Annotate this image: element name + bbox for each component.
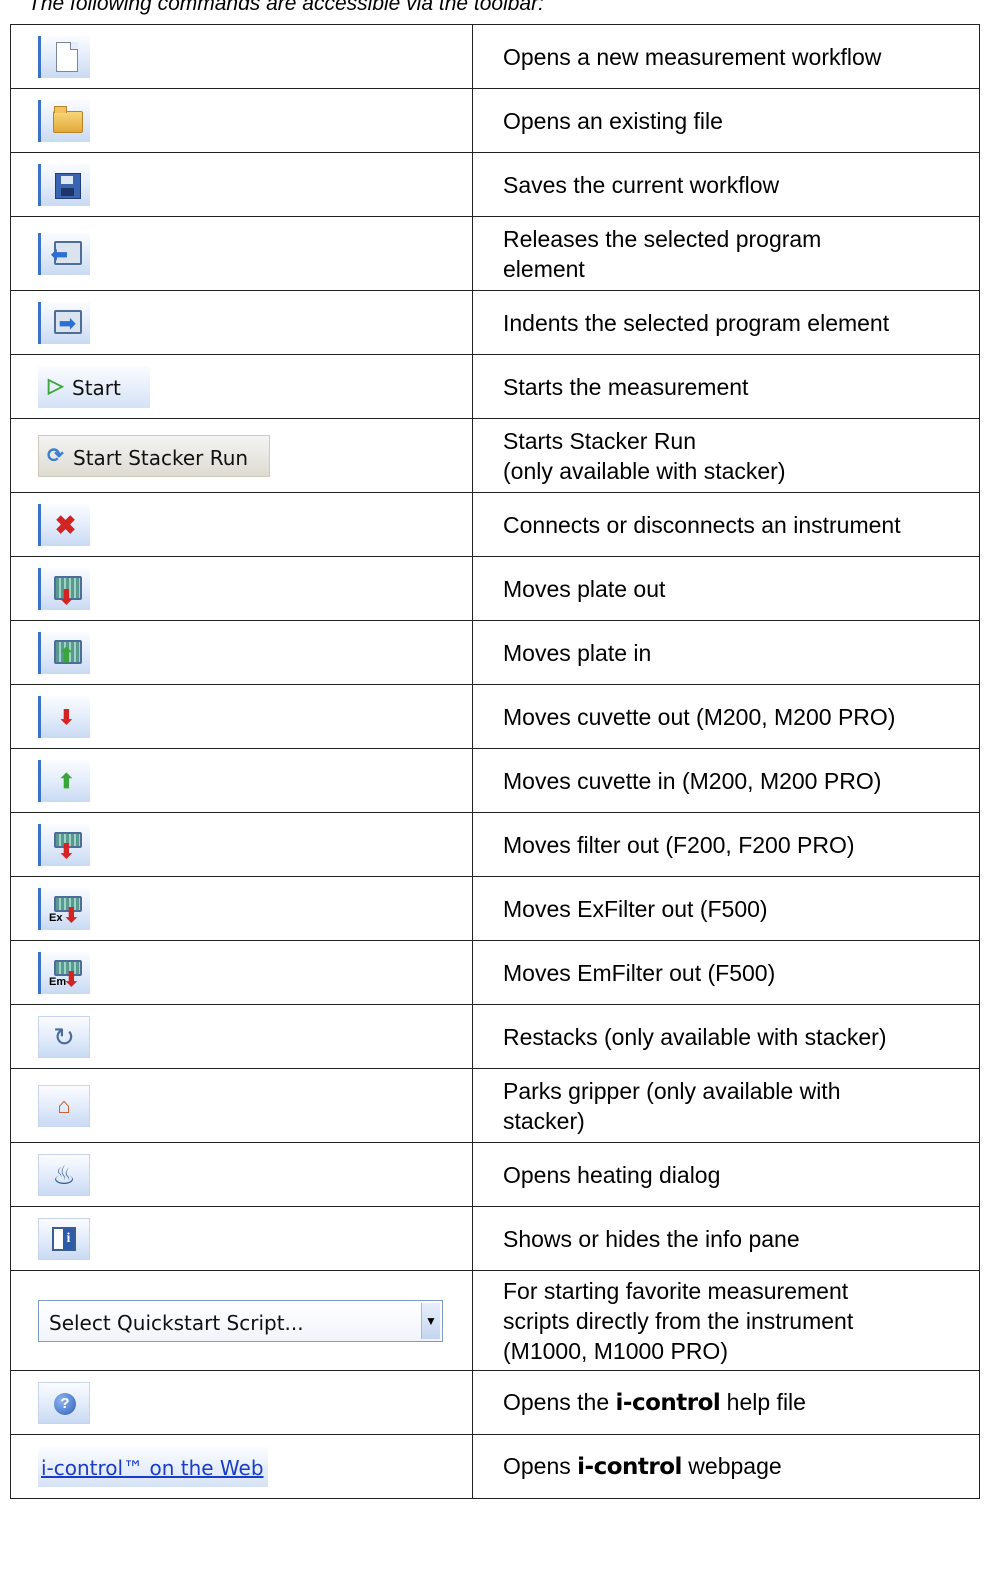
stacker-run-icon: ⟳ (47, 444, 64, 467)
table-row: ⬇ Ex Moves ExFilter out (F500) (10, 876, 980, 941)
table-row: ⬇ Em Moves EmFilter out (F500) (10, 940, 980, 1005)
restack-icon[interactable]: ↻ (38, 1015, 90, 1058)
table-row: ↻ Restacks (only available with stacker) (10, 1004, 980, 1069)
table-row: ⬆ Moves plate in (10, 620, 980, 685)
table-row: ✖ Connects or disconnects an instrument (10, 492, 980, 557)
cuvette-out-icon[interactable]: ⬇ (38, 695, 90, 738)
table-row: Select Quickstart Script... ▼ For startin… (10, 1270, 980, 1371)
row-description: Connects or disconnects an instrument (503, 511, 901, 538)
start-button[interactable]: ▷ Start (38, 365, 150, 408)
row-description: stacker) (503, 1107, 585, 1134)
row-description: (M1000, M1000 PRO) (503, 1337, 728, 1364)
table-row: ⌂ Parks gripper (only available with stac… (10, 1068, 980, 1143)
row-description: Shows or hides the info pane (503, 1225, 800, 1252)
row-description: Restacks (only available with stacker) (503, 1023, 887, 1050)
plate-in-icon[interactable]: ⬆ (38, 631, 90, 674)
outdent-icon[interactable]: ⬅ (38, 232, 90, 275)
cuvette-in-icon[interactable]: ⬆ (38, 759, 90, 802)
filter-out-icon[interactable]: ⬇ (38, 823, 90, 866)
row-description: For starting favorite measurement (503, 1277, 849, 1304)
row-description: Saves the current workflow (503, 171, 780, 198)
table-row: ⬇ Moves cuvette out (M200, M200 PRO) (10, 684, 980, 749)
new-file-icon[interactable] (38, 35, 90, 78)
row-description: Moves cuvette in (M200, M200 PRO) (503, 767, 882, 794)
info-pane-icon[interactable]: i (38, 1217, 90, 1260)
brand-name: i-control (577, 1454, 682, 1480)
row-description: Indents the selected program element (503, 309, 890, 336)
row-description: Moves ExFilter out (F500) (503, 895, 768, 922)
table-row: ⬅ Releases the selected program element (10, 216, 980, 291)
table-row: ⬆ Moves cuvette in (M200, M200 PRO) (10, 748, 980, 813)
chevron-down-icon[interactable]: ▼ (421, 1302, 440, 1339)
brand-name: i-control (615, 1390, 721, 1416)
open-folder-icon[interactable] (38, 99, 90, 142)
row-description: Parks gripper (only available with (503, 1077, 841, 1104)
row-description: (only available with stacker) (503, 457, 786, 484)
exfilter-out-icon[interactable]: ⬇ Ex (38, 887, 90, 930)
heating-icon[interactable]: ♨ (38, 1153, 90, 1196)
row-description: Moves filter out (F200, F200 PRO) (503, 831, 855, 858)
emfilter-out-icon[interactable]: ⬇ Em (38, 951, 90, 994)
table-row: ⬇ Moves filter out (F200, F200 PRO) (10, 812, 980, 877)
row-description: Opens i-control webpage (503, 1453, 782, 1480)
intro-text: The following commands are accessible vi… (28, 0, 544, 15)
table-row: i-control™ on the Web Opens i-control we… (10, 1434, 980, 1499)
table-row: Opens a new measurement workflow (10, 24, 980, 89)
connect-icon[interactable]: ✖ (38, 503, 90, 546)
table-row: ⟳ Start Stacker Run Starts Stacker Run (on… (10, 418, 980, 493)
row-description: Moves EmFilter out (F500) (503, 959, 776, 986)
row-description: Moves cuvette out (M200, M200 PRO) (503, 703, 896, 730)
table-row: ? Opens the i-control help file (10, 1370, 980, 1435)
start-icon: ▷ (48, 374, 64, 397)
table-row: Saves the current workflow (10, 152, 980, 217)
row-description: element (503, 255, 585, 282)
icontrol-web-link[interactable]: i-control™ on the Web (38, 1446, 268, 1487)
table-row: i Shows or hides the info pane (10, 1206, 980, 1271)
table-row: ➡ Indents the selected program element (10, 290, 980, 355)
row-description: Releases the selected program (503, 225, 822, 252)
row-description: Opens the i-control help file (503, 1389, 806, 1416)
table-row: ♨ Opens heating dialog (10, 1142, 980, 1207)
row-description: Starts Stacker Run (503, 427, 697, 454)
table-row: ▷ Start Starts the measurement (10, 354, 980, 419)
quickstart-dropdown[interactable]: Select Quickstart Script... ▼ (38, 1299, 443, 1342)
plate-out-icon[interactable]: ⬇ (38, 567, 90, 610)
row-description: scripts directly from the instrument (503, 1307, 854, 1334)
row-description: Opens an existing file (503, 107, 723, 134)
row-description: Opens a new measurement workflow (503, 43, 882, 70)
indent-icon[interactable]: ➡ (38, 301, 90, 344)
save-disk-icon[interactable] (38, 163, 90, 206)
table-row: Opens an existing file (10, 88, 980, 153)
start-stacker-run-button[interactable]: ⟳ Start Stacker Run (38, 434, 270, 477)
row-description: Moves plate in (503, 639, 652, 666)
row-description: Moves plate out (503, 575, 666, 602)
row-description: Opens heating dialog (503, 1161, 721, 1188)
toolbar-commands-table: Opens a new measurement workflow Opens a… (10, 24, 980, 1499)
help-icon[interactable]: ? (38, 1381, 90, 1424)
park-gripper-icon[interactable]: ⌂ (38, 1084, 90, 1127)
row-description: Starts the measurement (503, 373, 749, 400)
table-row: ⬇ Moves plate out (10, 556, 980, 621)
